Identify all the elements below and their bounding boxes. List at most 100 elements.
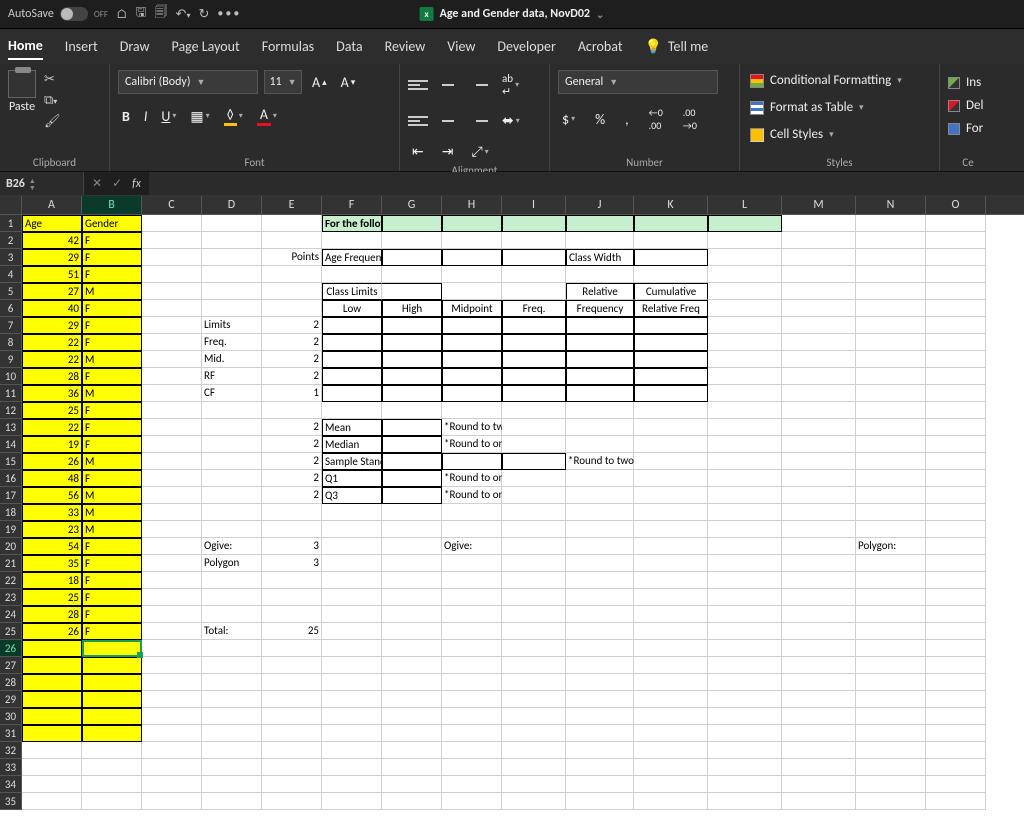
cell[interactable] bbox=[142, 538, 202, 555]
cell[interactable] bbox=[502, 232, 566, 249]
cell[interactable] bbox=[926, 674, 986, 691]
cell[interactable] bbox=[142, 725, 202, 742]
cell[interactable] bbox=[926, 725, 986, 742]
cell[interactable] bbox=[202, 725, 262, 742]
cell[interactable] bbox=[926, 334, 986, 351]
row-header[interactable]: 8 bbox=[0, 334, 22, 351]
cell[interactable] bbox=[566, 674, 634, 691]
italic-button[interactable]: I bbox=[140, 106, 152, 127]
cell[interactable] bbox=[634, 691, 708, 708]
cell[interactable]: 2 bbox=[262, 351, 322, 368]
cell[interactable] bbox=[782, 300, 856, 317]
cell[interactable]: F bbox=[82, 334, 142, 351]
row-header[interactable]: 22 bbox=[0, 572, 22, 589]
tab-pagelayout[interactable]: Page Layout bbox=[172, 34, 240, 59]
cell[interactable] bbox=[82, 725, 142, 742]
cell-styles-button[interactable]: Cell Styles▾ bbox=[748, 124, 836, 145]
cell[interactable] bbox=[566, 487, 634, 504]
cell[interactable] bbox=[82, 776, 142, 793]
cell[interactable] bbox=[708, 793, 782, 810]
cell[interactable]: F bbox=[82, 623, 142, 640]
row-header[interactable]: 32 bbox=[0, 742, 22, 759]
cell[interactable]: RF bbox=[202, 368, 262, 385]
cell[interactable]: F bbox=[82, 589, 142, 606]
cell[interactable]: 2 bbox=[262, 487, 322, 504]
cell[interactable] bbox=[142, 300, 202, 317]
row-header[interactable]: 20 bbox=[0, 538, 22, 555]
cell[interactable] bbox=[82, 657, 142, 674]
cell[interactable]: 2 bbox=[262, 453, 322, 470]
cell[interactable]: *Round to one decimal bbox=[442, 470, 502, 487]
cell[interactable] bbox=[634, 368, 708, 385]
cell[interactable] bbox=[782, 453, 856, 470]
cell[interactable] bbox=[202, 300, 262, 317]
cell[interactable] bbox=[856, 436, 926, 453]
row-header[interactable]: 35 bbox=[0, 793, 22, 810]
cell[interactable] bbox=[566, 589, 634, 606]
cell[interactable] bbox=[782, 776, 856, 793]
cell[interactable] bbox=[782, 249, 856, 266]
cell[interactable] bbox=[202, 453, 262, 470]
cell[interactable] bbox=[502, 776, 566, 793]
cell[interactable] bbox=[926, 759, 986, 776]
cell[interactable] bbox=[262, 606, 322, 623]
cell[interactable] bbox=[442, 793, 502, 810]
cell[interactable] bbox=[202, 419, 262, 436]
cell[interactable] bbox=[382, 691, 442, 708]
cell[interactable] bbox=[502, 419, 566, 436]
cell[interactable] bbox=[782, 334, 856, 351]
cell[interactable] bbox=[502, 215, 566, 232]
cell[interactable] bbox=[202, 402, 262, 419]
cell[interactable]: 22 bbox=[22, 351, 82, 368]
cell[interactable] bbox=[502, 640, 566, 657]
cell[interactable] bbox=[926, 351, 986, 368]
tab-insert[interactable]: Insert bbox=[65, 34, 98, 59]
cell[interactable] bbox=[502, 266, 566, 283]
cell[interactable]: 54 bbox=[22, 538, 82, 555]
col-E[interactable]: E bbox=[262, 196, 322, 214]
cell[interactable] bbox=[502, 657, 566, 674]
document-title[interactable]: x Age and Gender data, NovD02 ⌄ bbox=[420, 7, 605, 21]
underline-button[interactable]: U▾ bbox=[157, 106, 180, 127]
cell[interactable] bbox=[856, 300, 926, 317]
tab-data[interactable]: Data bbox=[336, 34, 362, 59]
increase-indent-icon[interactable]: ⇥ bbox=[438, 141, 458, 162]
cell[interactable] bbox=[708, 351, 782, 368]
cell[interactable] bbox=[202, 572, 262, 589]
cell[interactable] bbox=[142, 266, 202, 283]
cell[interactable]: 28 bbox=[22, 606, 82, 623]
row-header[interactable]: 9 bbox=[0, 351, 22, 368]
tab-draw[interactable]: Draw bbox=[120, 34, 150, 59]
cell[interactable] bbox=[782, 402, 856, 419]
row-header[interactable]: 4 bbox=[0, 266, 22, 283]
cell[interactable] bbox=[502, 385, 566, 402]
cell[interactable]: 25 bbox=[22, 402, 82, 419]
cell[interactable] bbox=[782, 725, 856, 742]
row-header[interactable]: 6 bbox=[0, 300, 22, 317]
cell[interactable] bbox=[634, 504, 708, 521]
cell[interactable]: Mean bbox=[322, 419, 382, 436]
cell[interactable] bbox=[856, 215, 926, 232]
cell[interactable] bbox=[782, 623, 856, 640]
cell[interactable]: Q1 bbox=[322, 470, 382, 487]
cell[interactable] bbox=[926, 470, 986, 487]
row-header[interactable]: 33 bbox=[0, 759, 22, 776]
cell[interactable] bbox=[502, 249, 566, 266]
cell[interactable] bbox=[856, 589, 926, 606]
row-header[interactable]: 19 bbox=[0, 521, 22, 538]
cell[interactable] bbox=[202, 215, 262, 232]
cell[interactable] bbox=[202, 606, 262, 623]
col-B[interactable]: B bbox=[82, 196, 142, 214]
cell[interactable] bbox=[262, 708, 322, 725]
cell[interactable] bbox=[708, 555, 782, 572]
cell[interactable] bbox=[634, 708, 708, 725]
cell[interactable] bbox=[856, 385, 926, 402]
cell[interactable] bbox=[708, 436, 782, 453]
row-header[interactable]: 26 bbox=[0, 640, 22, 657]
cell[interactable] bbox=[502, 572, 566, 589]
cell[interactable]: Low bbox=[322, 300, 382, 317]
cell[interactable] bbox=[566, 606, 634, 623]
row-header[interactable]: 17 bbox=[0, 487, 22, 504]
cell[interactable]: F bbox=[82, 419, 142, 436]
row-header[interactable]: 15 bbox=[0, 453, 22, 470]
